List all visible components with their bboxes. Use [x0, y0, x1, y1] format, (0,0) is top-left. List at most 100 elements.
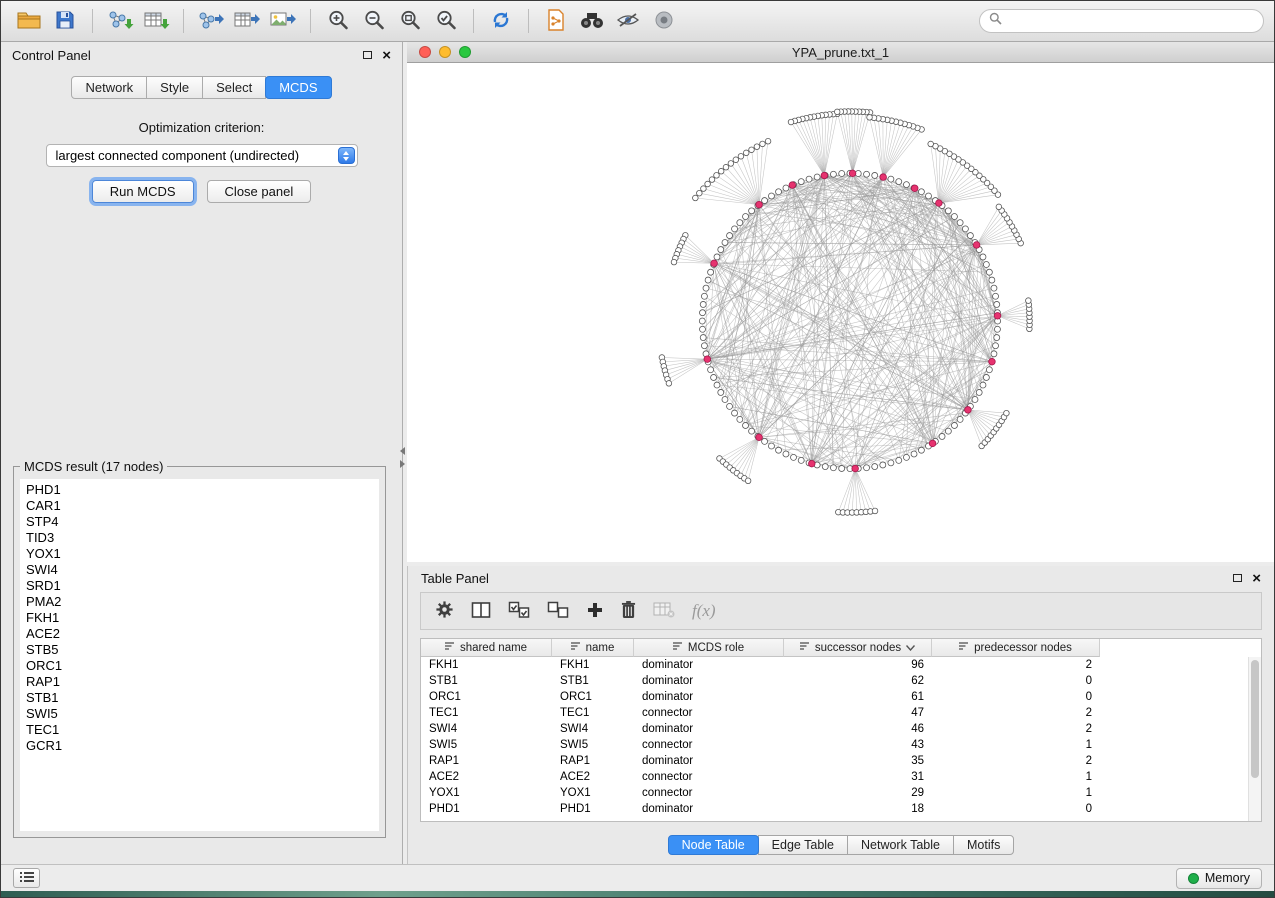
cell-successor-nodes[interactable]: 62 — [784, 675, 932, 687]
criterion-dropdown[interactable]: largest connected component (undirected) — [46, 144, 358, 167]
cell-name[interactable]: ACE2 — [552, 771, 634, 783]
network-graph[interactable] — [407, 63, 1274, 562]
tab-network[interactable]: Network — [71, 76, 147, 99]
zoom-in-button[interactable] — [320, 6, 356, 36]
table-row[interactable]: PHD1PHD1dominator180 — [421, 801, 1261, 817]
import-table-button[interactable] — [138, 6, 174, 36]
mcds-result-item[interactable]: SWI4 — [26, 562, 379, 578]
column-browser-button[interactable] — [471, 601, 491, 622]
table-row[interactable]: TEC1TEC1connector472 — [421, 705, 1261, 721]
cell-mcds-role[interactable]: connector — [634, 739, 784, 751]
cell-name[interactable]: RAP1 — [552, 755, 634, 767]
cell-mcds-role[interactable]: connector — [634, 707, 784, 719]
cell-shared-name[interactable]: TEC1 — [421, 707, 552, 719]
cell-name[interactable]: TEC1 — [552, 707, 634, 719]
close-panel-icon[interactable]: × — [382, 48, 391, 63]
tab-node-table[interactable]: Node Table — [668, 835, 759, 855]
cell-predecessor-nodes[interactable]: 2 — [932, 755, 1100, 767]
cell-predecessor-nodes[interactable]: 1 — [932, 739, 1100, 751]
table-row[interactable]: ACE2ACE2connector311 — [421, 769, 1261, 785]
memory-button[interactable]: Memory — [1176, 868, 1262, 889]
table-row[interactable]: YOX1YOX1connector291 — [421, 785, 1261, 801]
cell-successor-nodes[interactable]: 31 — [784, 771, 932, 783]
cell-name[interactable]: YOX1 — [552, 787, 634, 799]
cell-name[interactable]: ORC1 — [552, 691, 634, 703]
status-menu-button[interactable] — [13, 868, 40, 888]
export-table-button[interactable] — [229, 6, 265, 36]
cell-predecessor-nodes[interactable]: 0 — [932, 675, 1100, 687]
close-table-panel-icon[interactable]: × — [1252, 571, 1261, 586]
mcds-result-item[interactable]: YOX1 — [26, 546, 379, 562]
cell-mcds-role[interactable]: dominator — [634, 659, 784, 671]
table-settings-button[interactable] — [435, 600, 454, 622]
mcds-result-item[interactable]: TEC1 — [26, 722, 379, 738]
cell-predecessor-nodes[interactable]: 0 — [932, 691, 1100, 703]
cell-predecessor-nodes[interactable]: 1 — [932, 771, 1100, 783]
cell-mcds-role[interactable]: dominator — [634, 675, 784, 687]
mcds-result-item[interactable]: PHD1 — [26, 482, 379, 498]
delete-column-button[interactable] — [621, 600, 636, 622]
mcds-result-item[interactable]: STB1 — [26, 690, 379, 706]
tab-edge-table[interactable]: Edge Table — [758, 835, 848, 855]
mcds-result-item[interactable]: ACE2 — [26, 626, 379, 642]
cell-name[interactable]: FKH1 — [552, 659, 634, 671]
cell-name[interactable]: PHD1 — [552, 803, 634, 815]
table-row[interactable]: STB1STB1dominator620 — [421, 673, 1261, 689]
tab-style[interactable]: Style — [146, 76, 203, 99]
cell-shared-name[interactable]: SWI4 — [421, 723, 552, 735]
deselect-all-columns-button[interactable] — [547, 601, 569, 622]
mcds-result-item[interactable]: PMA2 — [26, 594, 379, 610]
column-header-predecessor-nodes[interactable]: predecessor nodes — [932, 639, 1100, 657]
table-row[interactable]: SWI5SWI5connector431 — [421, 737, 1261, 753]
select-all-columns-button[interactable] — [508, 601, 530, 622]
column-header-shared-name[interactable]: shared name — [421, 639, 552, 657]
cell-predecessor-nodes[interactable]: 2 — [932, 659, 1100, 671]
export-network-button[interactable] — [193, 6, 229, 36]
cell-name[interactable]: SWI4 — [552, 723, 634, 735]
cell-mcds-role[interactable]: dominator — [634, 755, 784, 767]
zoom-selected-button[interactable] — [428, 6, 464, 36]
float-table-panel-icon[interactable] — [1233, 574, 1242, 582]
mcds-result-item[interactable]: SRD1 — [26, 578, 379, 594]
cell-shared-name[interactable]: STB1 — [421, 675, 552, 687]
cell-shared-name[interactable]: ORC1 — [421, 691, 552, 703]
cell-mcds-role[interactable]: dominator — [634, 803, 784, 815]
mcds-result-item[interactable]: RAP1 — [26, 674, 379, 690]
open-file-button[interactable] — [11, 6, 47, 36]
add-column-button[interactable] — [586, 601, 604, 622]
run-mcds-button[interactable]: Run MCDS — [92, 180, 194, 203]
column-header-name[interactable]: name — [552, 639, 634, 657]
zoom-fit-button[interactable] — [392, 6, 428, 36]
float-panel-icon[interactable] — [363, 51, 372, 59]
toggle-graphics-details-button[interactable] — [610, 6, 646, 36]
tab-select[interactable]: Select — [202, 76, 266, 99]
table-row[interactable]: SWI4SWI4dominator462 — [421, 721, 1261, 737]
cell-shared-name[interactable]: ACE2 — [421, 771, 552, 783]
cell-mcds-role[interactable]: dominator — [634, 723, 784, 735]
cell-shared-name[interactable]: SWI5 — [421, 739, 552, 751]
mcds-result-item[interactable]: ORC1 — [26, 658, 379, 674]
close-panel-button[interactable]: Close panel — [207, 180, 312, 203]
cell-predecessor-nodes[interactable]: 0 — [932, 803, 1100, 815]
mcds-result-item[interactable]: FKH1 — [26, 610, 379, 626]
search-input[interactable] — [1008, 14, 1254, 29]
column-header-mcds-role[interactable]: MCDS role — [634, 639, 784, 657]
cell-shared-name[interactable]: PHD1 — [421, 803, 552, 815]
cell-predecessor-nodes[interactable]: 2 — [932, 723, 1100, 735]
mcds-result-item[interactable]: TID3 — [26, 530, 379, 546]
cell-successor-nodes[interactable]: 47 — [784, 707, 932, 719]
tab-motifs[interactable]: Motifs — [953, 835, 1014, 855]
show-hide-button[interactable] — [646, 6, 682, 36]
cell-successor-nodes[interactable]: 18 — [784, 803, 932, 815]
cell-mcds-role[interactable]: connector — [634, 771, 784, 783]
mcds-result-item[interactable]: STP4 — [26, 514, 379, 530]
cell-predecessor-nodes[interactable]: 2 — [932, 707, 1100, 719]
cell-successor-nodes[interactable]: 43 — [784, 739, 932, 751]
cell-shared-name[interactable]: YOX1 — [421, 787, 552, 799]
cell-shared-name[interactable]: RAP1 — [421, 755, 552, 767]
export-image-button[interactable] — [265, 6, 301, 36]
table-row[interactable]: ORC1ORC1dominator610 — [421, 689, 1261, 705]
mcds-result-item[interactable]: GCR1 — [26, 738, 379, 754]
cell-name[interactable]: STB1 — [552, 675, 634, 687]
cell-mcds-role[interactable]: connector — [634, 787, 784, 799]
